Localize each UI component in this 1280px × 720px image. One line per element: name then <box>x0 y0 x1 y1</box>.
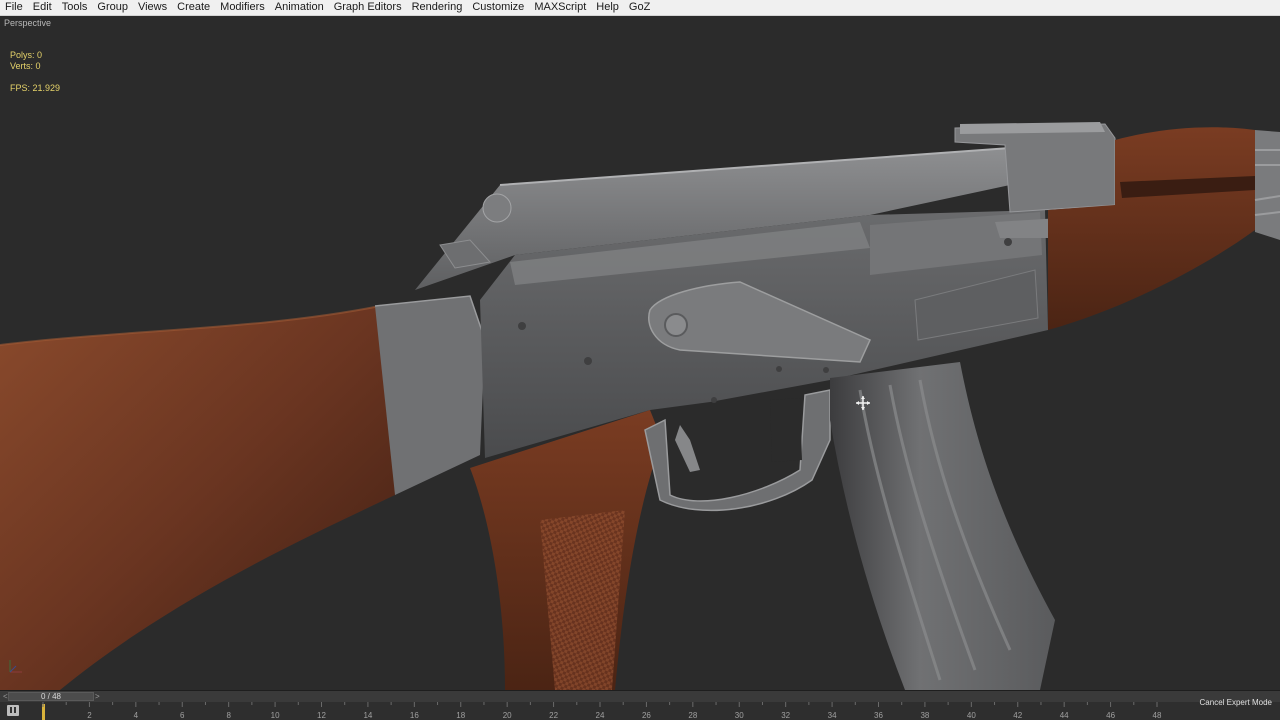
frame-tick-label: 36 <box>874 711 883 720</box>
axis-gizmo-icon <box>9 660 22 673</box>
frame-tick-label: 14 <box>363 711 372 720</box>
menu-create[interactable]: Create <box>172 0 215 15</box>
frame-tick-label: 18 <box>456 711 465 720</box>
viewport-label[interactable]: Perspective <box>4 18 51 28</box>
menu-maxscript[interactable]: MAXScript <box>529 0 591 15</box>
move-cursor-icon <box>856 396 870 410</box>
polys-count: Polys: 0 <box>10 50 43 60</box>
menu-tools[interactable]: Tools <box>57 0 93 15</box>
menu-goz[interactable]: GoZ <box>624 0 655 15</box>
cancel-expert-mode-button[interactable]: Cancel Expert Mode <box>1200 698 1272 707</box>
frame-tick-label: 22 <box>549 711 558 720</box>
frame-tick-label: 8 <box>226 711 231 720</box>
frame-tick-label: 44 <box>1060 711 1069 720</box>
frame-tick-label: 26 <box>642 711 651 720</box>
time-next-button[interactable]: > <box>95 691 100 702</box>
menu-rendering[interactable]: Rendering <box>407 0 468 15</box>
frame-tick-label: 2 <box>87 711 92 720</box>
menu-group[interactable]: Group <box>92 0 133 15</box>
menu-graph-editors[interactable]: Graph Editors <box>329 0 407 15</box>
time-slider-thumb[interactable]: 0 / 48 <box>8 692 94 701</box>
ak47-3d-model <box>0 122 1280 690</box>
frame-tick-label: 16 <box>410 711 419 720</box>
frame-tick-label: 28 <box>688 711 697 720</box>
verts-count: Verts: 0 <box>10 60 41 71</box>
frame-tick-label: 48 <box>1153 711 1162 720</box>
menu-help[interactable]: Help <box>591 0 624 15</box>
menu-file[interactable]: File <box>0 0 28 15</box>
frame-ticks: 2 4 6 8 10 12 14 16 18 20 22 24 26 28 30 32 34 36 38 40 42 44… <box>42 702 1162 720</box>
menu-animation[interactable]: Animation <box>270 0 329 15</box>
frame-tick-label: 46 <box>1106 711 1115 720</box>
menu-views[interactable]: Views <box>133 0 172 15</box>
menu-customize[interactable]: Customize <box>467 0 529 15</box>
frame-tick-label: 4 <box>134 711 139 720</box>
frame-tick-label: 20 <box>503 711 512 720</box>
frame-tick-label: 12 <box>317 711 326 720</box>
poly-stats: Polys: 0 Verts: 0 <box>10 50 42 71</box>
menu-bar: File Edit Tools Group Views Create Modifiers An… <box>0 0 1280 16</box>
time-slider[interactable]: < 0 / 48 > <box>0 690 1280 702</box>
fps-readout: FPS: 21.929 <box>10 83 61 93</box>
time-prev-button[interactable]: < <box>3 691 8 702</box>
frame-tick-label: 6 <box>180 711 185 720</box>
frame-tick-label: 24 <box>596 711 605 720</box>
frame-tick-label: 32 <box>781 711 790 720</box>
frame-tick-label: 30 <box>735 711 744 720</box>
trigger-guard <box>644 389 831 512</box>
menu-edit[interactable]: Edit <box>28 0 57 15</box>
stock <box>0 306 395 690</box>
track-bar[interactable]: 2 4 6 8 10 12 14 16 18 20 22 24 26 28 30 32 34 36 38 40 42 44… <box>0 702 1280 720</box>
frame-tick-label: 34 <box>828 711 837 720</box>
perspective-viewport[interactable]: Perspective Polys: 0 Verts: 0 FPS: 21.92… <box>0 16 1280 690</box>
menu-modifiers[interactable]: Modifiers <box>215 0 270 15</box>
frame-tick-label: 40 <box>967 711 976 720</box>
frame-tick-label: 38 <box>920 711 929 720</box>
frame-tick-label: 42 <box>1013 711 1022 720</box>
frame-tick-label: 10 <box>271 711 280 720</box>
